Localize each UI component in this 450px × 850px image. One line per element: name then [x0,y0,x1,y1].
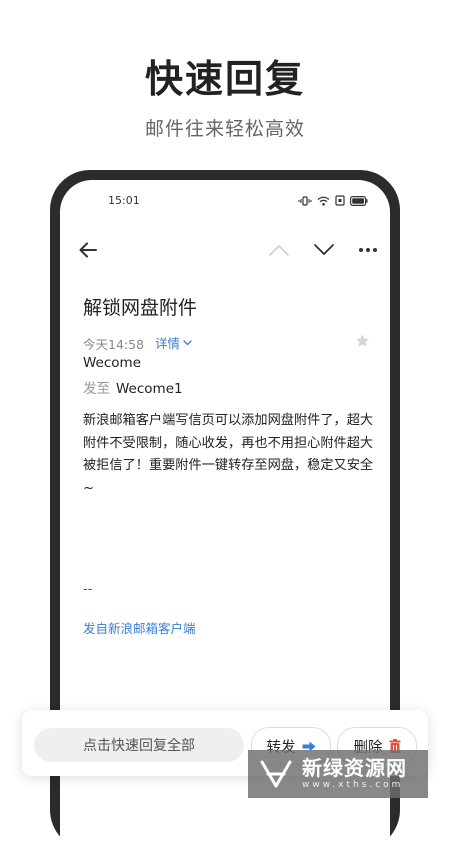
email-subject: 解锁网盘附件 [83,297,198,319]
watermark-sub: www.xths.com [302,780,404,790]
back-arrow-icon [79,242,97,258]
signature-separator: -- [83,582,93,597]
quick-reply-button[interactable]: 点击快速回复全部 [34,728,244,762]
details-label: 详情 [155,336,181,351]
star-icon [355,334,370,347]
recipient-row: 发至 Wecome1 [83,377,183,397]
watermark: 新绿资源网 www.xths.com [248,750,428,798]
star-button[interactable] [355,333,370,352]
email-time: 今天14:58 [83,337,145,352]
nav-bar [60,232,390,268]
chevron-up-icon [269,245,289,256]
body-line: 被拒信了！重要附件一键转存至网盘，稳定又安全 [83,458,374,473]
promo-subline: 邮件往来轻松高效 [144,118,305,140]
wifi-icon [317,196,330,206]
next-mail-button[interactable] [312,238,336,262]
status-bar: 15:01 [60,194,390,210]
email-body: 新浪邮箱客户端写信页可以添加网盘附件了，超大 附件不受限制，随心收发，再也不用担… [83,410,374,500]
back-button[interactable] [76,238,100,262]
previous-mail-button[interactable] [267,238,291,262]
body-line: 新浪邮箱客户端写信页可以添加网盘附件了，超大 [83,413,374,428]
chevron-down-icon [314,244,334,255]
sim-icon [335,195,345,206]
body-line: ~ [83,480,95,496]
more-icon [359,248,377,252]
vibrate-icon [298,195,312,206]
battery-icon [350,195,368,206]
body-line: 附件不受限制，随心收发，再也不用担心附件超大 [83,435,374,451]
to-label: 发至 [83,381,110,397]
details-link[interactable]: 详情 [155,333,192,352]
status-time: 15:01 [108,194,140,207]
email-sender[interactable]: Wecome [83,355,141,371]
recipient-name[interactable]: Wecome1 [116,381,183,397]
watermark-text: 新绿资源网 www.xths.com [302,757,407,791]
signature-link[interactable]: 发自新浪邮箱客户端 [83,618,196,637]
status-icons [298,195,368,206]
more-button[interactable] [356,238,380,262]
chevron-down-small-icon [183,339,192,345]
promo-headline: 快速回复 [144,57,305,101]
watermark-main: 新绿资源网 [302,756,407,780]
watermark-logo-icon [260,760,292,788]
